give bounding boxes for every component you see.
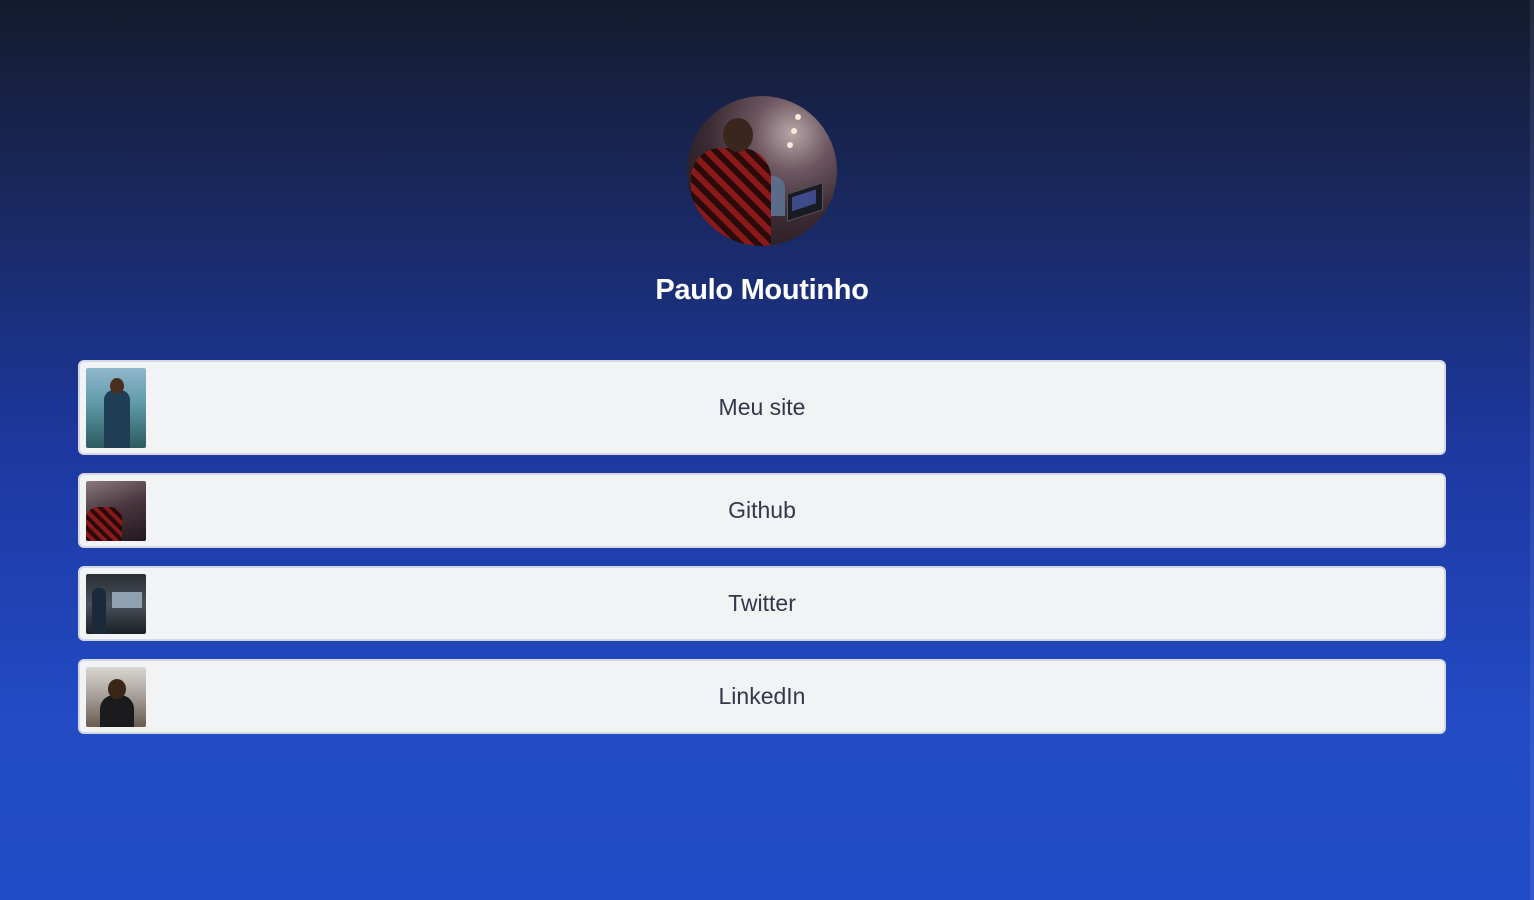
profile-header: Paulo Moutinho xyxy=(0,96,1524,307)
link-label: Meu site xyxy=(718,394,806,420)
scrollbar[interactable] xyxy=(1530,0,1534,900)
site-thumbnail-icon xyxy=(86,368,146,448)
link-button-meu-site[interactable]: Meu site xyxy=(78,360,1446,455)
linkedin-thumbnail-icon xyxy=(86,667,146,727)
github-thumbnail-icon xyxy=(86,481,146,541)
light-icon xyxy=(787,142,793,148)
avatar xyxy=(687,96,837,246)
link-button-github[interactable]: Github xyxy=(78,473,1446,548)
light-icon xyxy=(795,114,801,120)
profile-name: Paulo Moutinho xyxy=(655,274,869,306)
link-label: LinkedIn xyxy=(718,683,806,709)
laptop-image xyxy=(787,182,823,222)
link-list: Meu site Github Twitter LinkedIn xyxy=(78,360,1446,752)
person-head-image xyxy=(723,118,753,152)
person-image xyxy=(691,148,771,246)
link-button-linkedin[interactable]: LinkedIn xyxy=(78,659,1446,734)
twitter-thumbnail-icon xyxy=(86,574,146,634)
link-label: Twitter xyxy=(728,590,796,616)
link-button-twitter[interactable]: Twitter xyxy=(78,566,1446,641)
light-icon xyxy=(791,128,797,134)
link-label: Github xyxy=(728,497,796,523)
